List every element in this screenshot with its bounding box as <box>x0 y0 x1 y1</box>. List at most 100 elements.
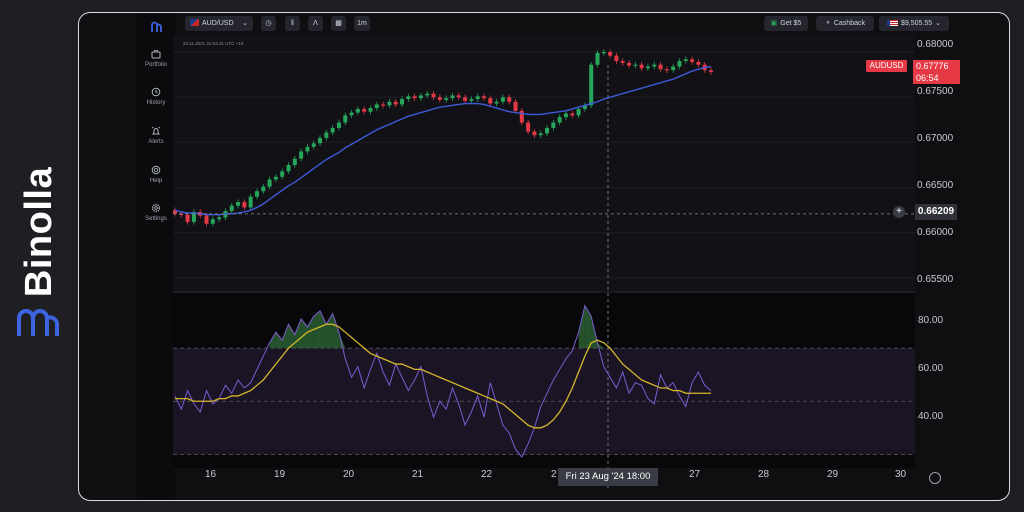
candle-body <box>254 191 259 197</box>
date-tick: 27 <box>689 469 701 480</box>
price-tick: 0.68000 <box>917 39 954 50</box>
candle-body <box>627 62 632 66</box>
candle-body <box>595 52 600 65</box>
sidebar-item-history[interactable]: History <box>137 87 175 106</box>
sidebar-item-settings[interactable]: Settings <box>137 203 175 222</box>
candle-body <box>444 98 449 100</box>
candle-body <box>500 97 505 102</box>
cashback-icon: ⚬ <box>824 20 831 27</box>
sidebar-item-label: Settings <box>145 216 167 222</box>
bonus-label: Get $5 <box>780 20 802 27</box>
current-price: 0.67776 <box>916 61 949 71</box>
get-bonus-button[interactable]: ▣ Get $5 <box>764 16 808 31</box>
sidebar-item-alerts[interactable]: Alerts <box>137 126 175 145</box>
flag-au-us-icon <box>190 19 199 26</box>
candle-body <box>469 99 474 101</box>
chevron-down-icon: ⌄ <box>242 20 248 27</box>
crosshair-date-label: Fri 23 Aug '24 18:00 <box>558 468 658 486</box>
candle-body <box>185 214 190 222</box>
sidebar-item-label: History <box>146 100 166 106</box>
date-tick: 29 <box>827 469 839 480</box>
candle-body <box>280 171 285 177</box>
chevron-down-icon: ⌄ <box>935 20 942 27</box>
candlestick-icon: ‖ <box>291 20 294 27</box>
candle-body <box>551 122 556 128</box>
candle-body <box>652 64 657 67</box>
candle-body <box>305 146 310 152</box>
price-tick: 0.67000 <box>917 133 954 144</box>
candle-body <box>236 202 241 206</box>
date-tick: 21 <box>412 469 424 480</box>
chart-info-line: 23.11.2021 21:04:31 UTC +10 <box>183 41 244 46</box>
date-tick: 2 <box>551 469 557 480</box>
indicators-button[interactable]: Λ <box>308 16 323 31</box>
candle-body <box>330 127 335 133</box>
price-tick: 0.66500 <box>917 180 954 191</box>
timeframe-button[interactable]: 1m <box>354 16 370 31</box>
price-chart[interactable] <box>173 35 954 495</box>
rsi-tick: 60.00 <box>918 363 944 374</box>
candle-body <box>532 131 537 136</box>
cashback-button[interactable]: ⚬ Cashback <box>816 16 874 31</box>
date-tick: 30 <box>895 469 907 480</box>
sidebar-item-portfolio[interactable]: Portfolio <box>137 49 175 68</box>
candle-body <box>658 64 663 70</box>
candle-body <box>318 137 323 144</box>
history-icon <box>151 87 161 97</box>
candle-body <box>513 101 518 111</box>
clock-button[interactable]: ◷ <box>261 16 276 31</box>
timeframe-label: 1m <box>357 20 367 27</box>
plus-icon: + <box>896 206 902 217</box>
candle-body <box>481 96 486 99</box>
sidebar-item-label: Alerts <box>148 139 164 145</box>
candle-body <box>400 99 405 105</box>
candle-body <box>425 93 430 96</box>
add-alert-button[interactable]: + <box>893 206 905 218</box>
alarm-icon <box>151 126 161 135</box>
flag-us-icon <box>886 20 898 26</box>
date-tick: 28 <box>758 469 770 480</box>
candle-body <box>696 61 701 65</box>
brand-strip: Binolla <box>0 0 78 512</box>
brand-name: Binolla <box>18 166 60 298</box>
balance-selector[interactable]: $9,505.55 ⌄ <box>879 16 949 31</box>
candle-body <box>324 132 329 138</box>
candle-body <box>563 113 568 118</box>
app-window: Portfolio History Alerts Help Settings A… <box>78 12 1010 501</box>
crosshair-price-badge: 0.66209 <box>915 204 957 220</box>
candle-body <box>671 66 676 71</box>
drawing-icon: ▩ <box>335 20 342 27</box>
candle-body <box>620 61 625 63</box>
candle-body <box>387 101 392 106</box>
candle-body <box>336 122 341 128</box>
candle-body <box>242 202 247 208</box>
candle-body <box>664 69 669 71</box>
candle-body <box>683 59 688 62</box>
candle-body <box>418 95 423 99</box>
date-axis: 16 19 20 21 22 2 27 28 29 30 <box>173 469 933 489</box>
candle-body <box>645 66 650 69</box>
candle-body <box>286 165 291 172</box>
candle-body <box>292 158 297 165</box>
symbol-selector[interactable]: AUD/USD ⌄ <box>185 16 253 31</box>
candle-body <box>608 52 613 56</box>
chart-type-button[interactable]: ‖ <box>285 16 300 31</box>
chart-settings-button[interactable] <box>929 472 941 484</box>
sidebar: Portfolio History Alerts Help Settings <box>137 13 175 500</box>
candle-body <box>412 96 417 99</box>
candle-body <box>589 64 594 106</box>
current-price-badge: 0.67776 06:54 <box>913 60 960 84</box>
candle-body <box>355 108 360 113</box>
sidebar-item-help[interactable]: Help <box>137 165 175 184</box>
date-tick: 22 <box>481 469 493 480</box>
app-logo-icon[interactable] <box>150 21 162 33</box>
date-tick: 19 <box>274 469 286 480</box>
price-pane <box>173 35 915 291</box>
candle-body <box>538 133 543 136</box>
candle-body <box>570 113 575 116</box>
candle-body <box>368 108 373 112</box>
candle-body <box>519 110 524 123</box>
date-tick: 20 <box>343 469 355 480</box>
cashback-label: Cashback <box>833 20 865 27</box>
drawing-tools-button[interactable]: ▩ <box>331 16 346 31</box>
